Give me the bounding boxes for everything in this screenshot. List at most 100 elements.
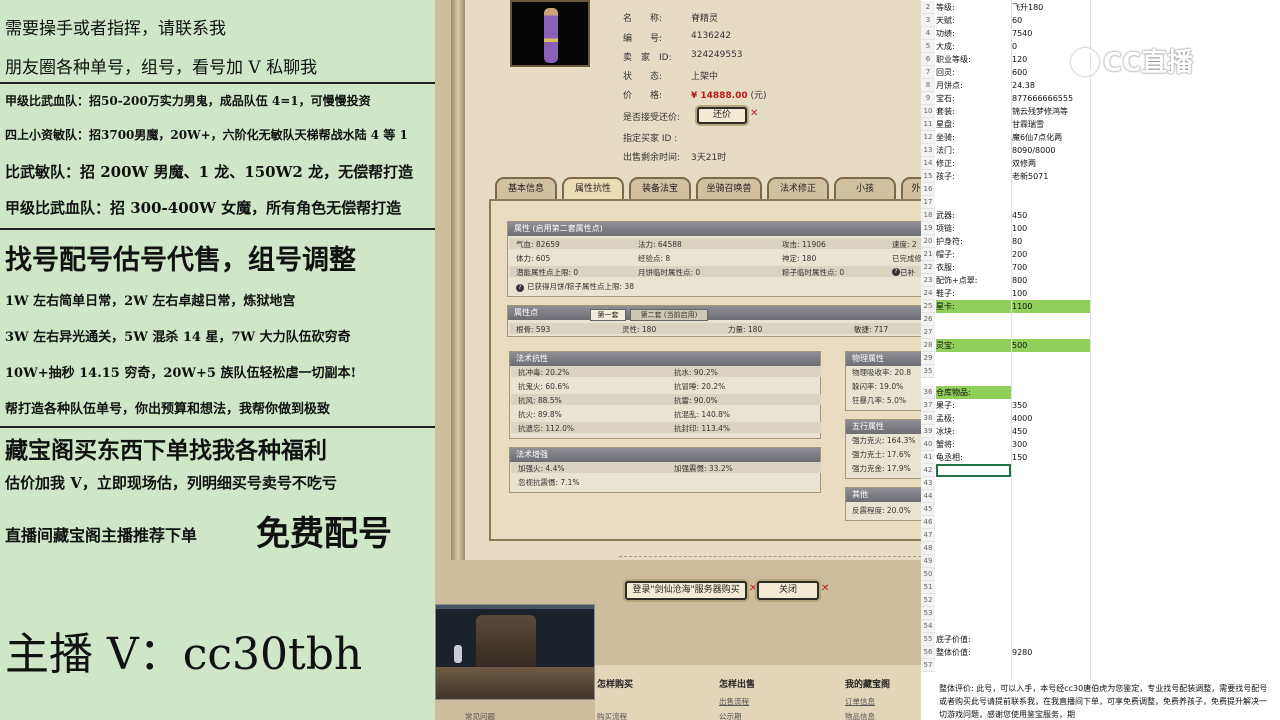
sheet-cell-key[interactable]: 灵宝: xyxy=(936,339,955,352)
sheet-cell-value[interactable]: 877666666555 xyxy=(1012,92,1073,105)
row-number[interactable]: 38 xyxy=(921,412,935,425)
row-number[interactable]: 45 xyxy=(921,503,935,516)
row-number[interactable]: 2 xyxy=(921,1,935,14)
sheet-cell-key[interactable]: 帽子: xyxy=(936,248,955,261)
row-number[interactable]: 18 xyxy=(921,209,935,222)
row-number[interactable]: 39 xyxy=(921,425,935,438)
row-number[interactable]: 5 xyxy=(921,40,935,53)
row-number[interactable]: 10 xyxy=(921,105,935,118)
sheet-cell-key[interactable]: 衣服: xyxy=(936,261,955,274)
sheet-cell-value[interactable]: 锦云残梦修鸿等 xyxy=(1012,105,1068,118)
row-number[interactable]: 16 xyxy=(921,183,935,196)
sheet-cell-value[interactable]: 双修两 xyxy=(1012,157,1036,170)
sheet-cell-value[interactable]: 150 xyxy=(1012,451,1027,464)
sheet-cell-key[interactable]: 宝石: xyxy=(936,92,955,105)
row-number[interactable]: 41 xyxy=(921,451,935,464)
row-number[interactable]: 25 xyxy=(921,300,935,313)
sheet-cell-key[interactable]: 冰块: xyxy=(936,425,955,438)
row-number[interactable]: 13 xyxy=(921,144,935,157)
tab-more[interactable]: 外 xyxy=(901,177,921,199)
row-number[interactable]: 40 xyxy=(921,438,935,451)
row-number[interactable]: 48 xyxy=(921,542,935,555)
row-number[interactable]: 37 xyxy=(921,399,935,412)
row-number[interactable]: 14 xyxy=(921,157,935,170)
sheet-cell-key[interactable]: 配饰+点翠: xyxy=(936,274,977,287)
row-number[interactable]: 24 xyxy=(921,287,935,300)
login-server-buy-button[interactable]: 登录"剑仙沧海"服务器购买 xyxy=(625,581,747,600)
sheet-cell-value[interactable]: 飞升180 xyxy=(1012,1,1043,14)
tab-spell-correction[interactable]: 法术修正 xyxy=(767,177,829,199)
sheet-cell-key[interactable]: 仓库物品: xyxy=(936,386,971,399)
row-number[interactable]: 11 xyxy=(921,118,935,131)
sheet-cell-value[interactable]: 350 xyxy=(1012,399,1027,412)
sheet-cell-value[interactable]: 200 xyxy=(1012,248,1027,261)
row-number[interactable]: 23 xyxy=(921,274,935,287)
sheet-cell-key[interactable]: 孩子: xyxy=(936,170,955,183)
row-number[interactable]: 19 xyxy=(921,222,935,235)
sheet-cell-key[interactable]: 天赋: xyxy=(936,14,955,27)
points-tab-second[interactable]: 第二套 (当前启用) xyxy=(630,309,708,321)
sheet-cell-value[interactable]: 100 xyxy=(1012,222,1027,235)
sheet-cell-key[interactable]: 职业等级: xyxy=(936,53,971,66)
sheet-cell-key[interactable]: 项链: xyxy=(936,222,955,235)
row-number[interactable]: 12 xyxy=(921,131,935,144)
row-number[interactable]: 3 xyxy=(921,14,935,27)
row-number[interactable]: 6 xyxy=(921,53,935,66)
sheet-cell-value[interactable]: 600 xyxy=(1012,66,1027,79)
row-number[interactable]: 51 xyxy=(921,581,935,594)
close-button[interactable]: 关闭 xyxy=(757,581,819,600)
row-number[interactable]: 43 xyxy=(921,477,935,490)
tab-attributes[interactable]: 属性抗性 xyxy=(562,177,624,199)
sheet-cell-value[interactable]: 0 xyxy=(1012,40,1017,53)
row-number[interactable]: 53 xyxy=(921,607,935,620)
tab-basic-info[interactable]: 基本信息 xyxy=(495,177,557,199)
row-number[interactable]: 44 xyxy=(921,490,935,503)
sheet-cell-key[interactable]: 套装: xyxy=(936,105,955,118)
sheet-cell-key[interactable]: 等级: xyxy=(936,1,955,14)
sheet-cell-value[interactable]: 9280 xyxy=(1012,646,1032,659)
sheet-cell-key[interactable]: 护身符: xyxy=(936,235,963,248)
row-number[interactable]: 54 xyxy=(921,620,935,633)
sheet-cell-value[interactable]: 4000 xyxy=(1012,412,1032,425)
row-number[interactable]: 17 xyxy=(921,196,935,209)
tab-mounts-pets[interactable]: 坐骑召唤兽 xyxy=(696,177,762,199)
row-number[interactable]: 15 xyxy=(921,170,935,183)
sheet-cell-value[interactable]: 80 xyxy=(1012,235,1022,248)
row-number[interactable]: 28 xyxy=(921,339,935,352)
sheet-cell-value[interactable]: 24.38 xyxy=(1012,79,1035,92)
row-number[interactable]: 49 xyxy=(921,555,935,568)
row-number[interactable]: 52 xyxy=(921,594,935,607)
row-number[interactable]: 42 xyxy=(921,464,935,477)
row-number[interactable]: 57 xyxy=(921,659,935,672)
sheet-cell-value[interactable]: 450 xyxy=(1012,425,1027,438)
row-number[interactable]: 7 xyxy=(921,66,935,79)
sheet-cell-value[interactable]: 700 xyxy=(1012,261,1027,274)
sheet-cell-key[interactable]: 修正: xyxy=(936,157,955,170)
bargain-button[interactable]: 还价 xyxy=(697,107,747,124)
row-number[interactable]: 56 xyxy=(921,646,935,659)
sheet-cell-key[interactable]: 法门: xyxy=(936,144,955,157)
sheet-cell-key[interactable]: 蟹将: xyxy=(936,438,955,451)
row-number[interactable]: 35 xyxy=(921,365,935,378)
row-number[interactable]: 26 xyxy=(921,313,935,326)
row-number[interactable]: 29 xyxy=(921,352,935,365)
sheet-cell-key[interactable]: 月饼点: xyxy=(936,79,963,92)
sheet-cell-key[interactable]: 星盘: xyxy=(936,118,955,131)
row-number[interactable]: 46 xyxy=(921,516,935,529)
sheet-cell-value[interactable]: 300 xyxy=(1012,438,1027,451)
sheet-cell-key[interactable]: 大成: xyxy=(936,40,955,53)
row-number[interactable]: 9 xyxy=(921,92,935,105)
sheet-cell-value[interactable]: 450 xyxy=(1012,209,1027,222)
link-item-info[interactable]: 物品信息 xyxy=(845,711,875,720)
sheet-cell-value[interactable]: 60 xyxy=(1012,14,1022,27)
link-sell-process[interactable]: 出售流程 xyxy=(719,696,749,707)
row-number[interactable]: 22 xyxy=(921,261,935,274)
sheet-cell-key[interactable]: 果子: xyxy=(936,399,955,412)
row-number[interactable]: 36 xyxy=(921,386,935,399)
sheet-cell-key[interactable]: 孟极: xyxy=(936,412,955,425)
row-number[interactable]: 4 xyxy=(921,27,935,40)
row-number[interactable]: 20 xyxy=(921,235,935,248)
sheet-cell-key[interactable]: 坐骑: xyxy=(936,131,955,144)
row-number[interactable]: 50 xyxy=(921,568,935,581)
sheet-cell-value[interactable]: 7540 xyxy=(1012,27,1032,40)
